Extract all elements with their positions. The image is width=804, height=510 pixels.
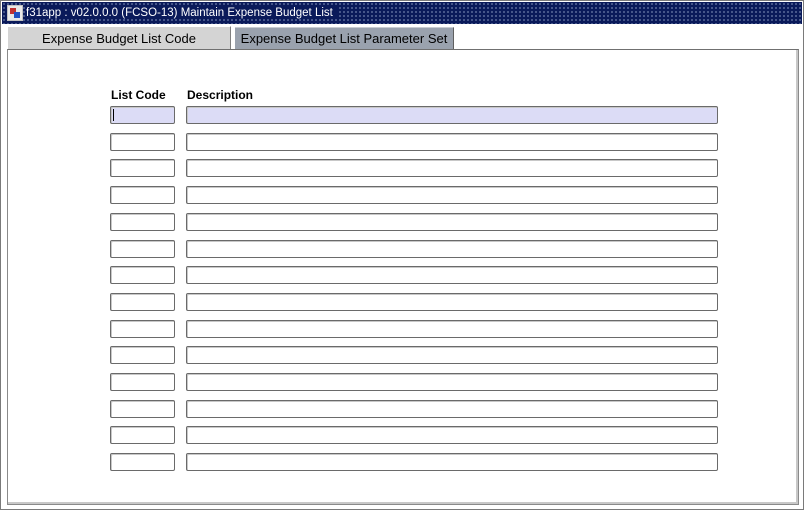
tab-label: Expense Budget List Code <box>42 30 196 46</box>
list-code-field[interactable] <box>110 266 175 284</box>
window-title: f31app : v02.0.0.0 (FCSO-13) Maintain Ex… <box>26 7 339 19</box>
list-code-field[interactable] <box>110 373 175 391</box>
app-window-icon[interactable] <box>7 5 23 21</box>
description-field[interactable] <box>186 293 718 311</box>
list-code-field[interactable] <box>110 133 175 151</box>
text-caret <box>113 109 114 121</box>
column-header-description: Description <box>187 88 254 102</box>
list-code-field[interactable] <box>110 159 175 177</box>
tab-expense-budget-list-code[interactable]: Expense Budget List Code <box>7 26 231 49</box>
app-window: f31app : v02.0.0.0 (FCSO-13) Maintain Ex… <box>0 0 804 510</box>
description-field[interactable] <box>186 266 718 284</box>
table-row <box>8 213 796 233</box>
table-row <box>8 106 796 126</box>
description-field[interactable] <box>186 400 718 418</box>
description-field[interactable] <box>186 240 718 258</box>
table-row <box>8 266 796 286</box>
list-code-field[interactable] <box>110 346 175 364</box>
table-row <box>8 453 796 473</box>
description-field[interactable] <box>186 186 718 204</box>
tab-bar: Expense Budget List Code Expense Budget … <box>7 26 797 49</box>
description-field[interactable] <box>186 346 718 364</box>
table-row <box>8 346 796 366</box>
table-row <box>8 400 796 420</box>
tab-expense-budget-list-parameter-set[interactable]: Expense Budget List Parameter Set <box>235 27 454 49</box>
list-code-field[interactable] <box>110 293 175 311</box>
column-header-list-code: List Code <box>111 88 166 102</box>
tab-label: Expense Budget List Parameter Set <box>240 31 448 46</box>
description-field[interactable] <box>186 159 718 177</box>
list-code-field[interactable] <box>110 213 175 231</box>
form-panel: List Code Description <box>7 49 799 505</box>
table-row <box>8 159 796 179</box>
table-row <box>8 373 796 393</box>
title-bar[interactable]: f31app : v02.0.0.0 (FCSO-13) Maintain Ex… <box>2 2 802 24</box>
table-row <box>8 186 796 206</box>
list-code-field[interactable] <box>110 320 175 338</box>
list-code-field[interactable] <box>110 453 175 471</box>
description-field[interactable] <box>186 106 718 124</box>
description-field[interactable] <box>186 213 718 231</box>
table-row <box>8 133 796 153</box>
description-field[interactable] <box>186 373 718 391</box>
list-code-field[interactable] <box>110 106 175 124</box>
description-field[interactable] <box>186 320 718 338</box>
table-row <box>8 240 796 260</box>
table-row <box>8 320 796 340</box>
description-field[interactable] <box>186 426 718 444</box>
list-code-field[interactable] <box>110 240 175 258</box>
form-panel-inner: List Code Description <box>8 50 798 504</box>
description-field[interactable] <box>186 453 718 471</box>
list-code-field[interactable] <box>110 186 175 204</box>
list-code-field[interactable] <box>110 400 175 418</box>
table-row <box>8 293 796 313</box>
table-row <box>8 426 796 446</box>
list-code-field[interactable] <box>110 426 175 444</box>
description-field[interactable] <box>186 133 718 151</box>
